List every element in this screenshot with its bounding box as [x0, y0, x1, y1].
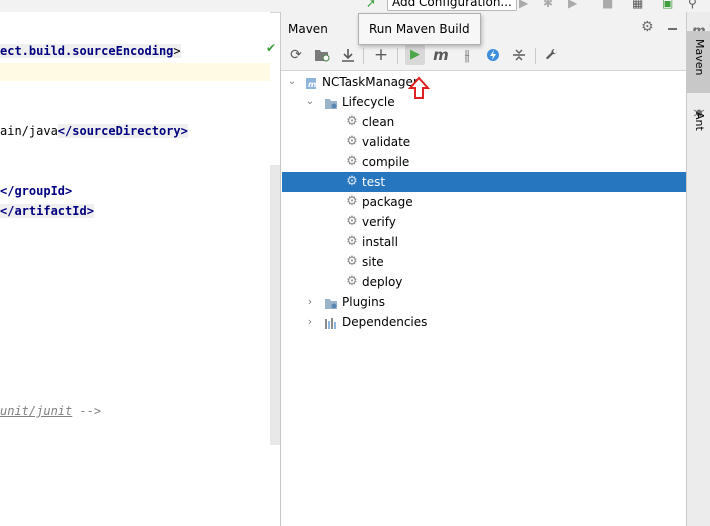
side-tab-maven[interactable]: Maven: [687, 31, 710, 93]
chevron-down-icon[interactable]: ⌄: [305, 92, 315, 112]
tree-item-dependencies[interactable]: › Dependencies: [282, 312, 687, 332]
tree-item-plugins[interactable]: › Plugins: [282, 292, 687, 312]
maven-toolbar: ⟳ + ▶ m ⫲: [281, 42, 687, 71]
tree-item-goal-compile[interactable]: ⚙ compile: [282, 152, 687, 172]
tree-item-goal-package[interactable]: ⚙ package: [282, 192, 687, 212]
search-icon[interactable]: ⚲: [688, 0, 697, 9]
xml-text: ain/java: [0, 124, 58, 138]
vcs-icon[interactable]: ▣: [662, 0, 673, 9]
xml-tag: </artifactId>: [0, 204, 94, 218]
tree-item-label: Lifecycle: [342, 95, 395, 109]
chevron-right-icon[interactable]: ›: [305, 312, 315, 332]
editor-scrollbar[interactable]: [270, 165, 280, 445]
comment-text: -->: [72, 404, 102, 418]
reload-icon[interactable]: ⟳: [286, 45, 306, 65]
gear-icon[interactable]: ⚙: [641, 19, 654, 35]
wrench-icon[interactable]: [542, 45, 562, 65]
stop-icon[interactable]: ■: [602, 0, 613, 9]
xml-tag: </groupId>: [0, 184, 73, 198]
tree-item-label: site: [362, 255, 384, 269]
download-icon[interactable]: [338, 45, 358, 65]
run-maven-build-tooltip: Run Maven Build: [358, 13, 481, 45]
tree-item-goal-deploy[interactable]: ⚙ deploy: [282, 272, 687, 292]
gear-icon: ⚙: [346, 134, 358, 149]
skip-tests-icon[interactable]: [483, 45, 503, 65]
tree-item-label: install: [362, 235, 398, 249]
run-configuration-dropdown[interactable]: Add Configuration...: [387, 0, 517, 11]
debug-icon[interactable]: ✱: [543, 0, 553, 9]
folder-gear-icon: [324, 92, 338, 112]
right-tool-window-bar: m Maven Ant: [686, 12, 710, 526]
folder-gear-icon: [324, 292, 338, 312]
tree-item-goal-clean[interactable]: ⚙ clean: [282, 112, 687, 132]
run-maven-build-icon[interactable]: ▶: [405, 45, 425, 65]
tree-item-goal-install[interactable]: ⚙ install: [282, 232, 687, 252]
tree-item-lifecycle[interactable]: ⌄ Lifecycle: [282, 92, 687, 112]
generate-sources-icon[interactable]: [312, 45, 332, 65]
code-line: unit/junit -->: [0, 401, 101, 421]
gear-icon: ⚙: [346, 154, 358, 169]
minimize-icon[interactable]: [668, 28, 677, 30]
maven-title: Maven: [288, 22, 328, 36]
tree-item-label: test: [362, 175, 386, 189]
tree-item-label: compile: [362, 155, 410, 169]
xml-tag: </sourceDirectory>: [57, 124, 188, 138]
maven-header: Maven ⚙: [281, 12, 687, 42]
code-line: </groupId>: [0, 181, 72, 201]
run-icon[interactable]: ▶: [519, 0, 528, 9]
add-icon[interactable]: +: [371, 45, 391, 65]
gear-icon: ⚙: [346, 214, 358, 229]
gear-icon: ⚙: [346, 174, 358, 189]
coverage-icon[interactable]: ▶: [568, 0, 577, 9]
current-line-highlight: [0, 63, 270, 81]
tree-item-project[interactable]: ⌄ m NCTaskManager: [282, 72, 687, 92]
chevron-down-icon[interactable]: ⌄: [287, 72, 297, 92]
code-editor[interactable]: ect.build.sourceEncoding> ain/java</sour…: [0, 12, 270, 526]
tree-item-goal-verify[interactable]: ⚙ verify: [282, 212, 687, 232]
xml-bracket: >: [173, 44, 181, 58]
code-line: ect.build.sourceEncoding>: [0, 41, 181, 61]
gear-icon: ⚙: [346, 254, 358, 269]
code-line: </artifactId>: [0, 201, 94, 221]
maven-project-icon: m: [305, 72, 319, 92]
tree-item-label: Dependencies: [342, 315, 428, 329]
comment-link[interactable]: unit/junit: [0, 404, 72, 418]
inspection-ok-icon[interactable]: ✔: [266, 41, 276, 55]
maven-tool-window: Maven ⚙ ⟳ + ▶ m ⫲ ⌄ m NCTaskManager ⌄ Li…: [280, 12, 687, 526]
xml-tag: ect.build.sourceEncoding: [0, 44, 174, 58]
project-structure-icon[interactable]: ▦: [632, 0, 643, 9]
chevron-right-icon[interactable]: ›: [305, 292, 315, 312]
svg-text:m: m: [308, 80, 316, 89]
tree-item-goal-test[interactable]: ⚙ test: [282, 172, 687, 192]
side-tab-ant[interactable]: Ant: [693, 112, 706, 131]
toolbar-separator: [535, 48, 536, 64]
tree-item-label: clean: [362, 115, 395, 129]
gear-icon: ⚙: [346, 194, 358, 209]
side-tab-label: Maven: [693, 39, 706, 76]
tree-item-goal-validate[interactable]: ⚙ validate: [282, 132, 687, 152]
tree-item-label: Plugins: [342, 295, 385, 309]
gear-icon: ⚙: [346, 114, 358, 129]
collapse-all-icon[interactable]: [509, 45, 529, 65]
tree-item-label: NCTaskManager: [322, 75, 418, 89]
library-icon: [324, 312, 338, 332]
code-line: ain/java</sourceDirectory>: [0, 121, 188, 141]
toggle-offline-icon[interactable]: ⫲: [457, 45, 477, 65]
gear-icon: ⚙: [346, 234, 358, 249]
tree-item-label: validate: [362, 135, 411, 149]
tree-item-label: verify: [362, 215, 396, 229]
toolbar-separator: [363, 48, 364, 64]
tree-item-goal-site[interactable]: ⚙ site: [282, 252, 687, 272]
tree-item-label: package: [362, 195, 413, 209]
red-arrow-annotation: [408, 76, 430, 99]
hammer-icon[interactable]: ➚: [366, 0, 376, 9]
gear-icon: ⚙: [346, 274, 358, 289]
toolbar-separator: [397, 48, 398, 64]
execute-maven-goal-icon[interactable]: m: [431, 45, 451, 65]
tree-item-label: deploy: [362, 275, 403, 289]
